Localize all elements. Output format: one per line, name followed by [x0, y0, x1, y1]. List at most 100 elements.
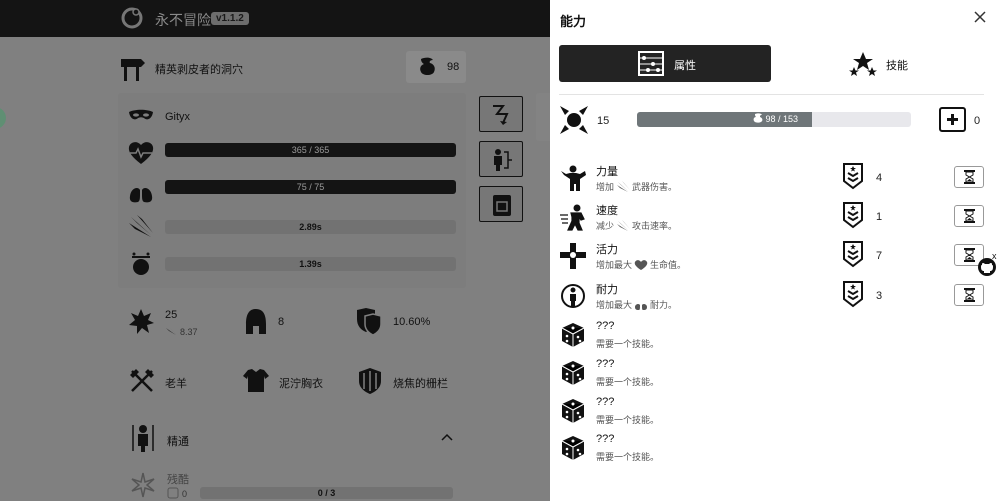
endurance-figure-icon	[561, 284, 585, 308]
locked-attribute-description: 需要一个技能。	[596, 339, 660, 349]
claw-slash-icon	[617, 220, 631, 231]
armor-name[interactable]: 泥泞胸衣	[279, 375, 323, 391]
attribute-row-strength: 力量 增加 武器伤害。 4	[559, 162, 989, 196]
train-button[interactable]	[954, 205, 984, 227]
desc-suffix: 生命值。	[650, 260, 687, 270]
locked-attribute-description: 需要一个技能。	[596, 415, 660, 425]
desc-suffix: 武器伤害。	[632, 182, 678, 192]
xp-bar: 98 / 153	[637, 112, 911, 127]
drawer-title: 能力	[560, 14, 587, 29]
rank-chevron-icon	[843, 202, 863, 229]
locked-attribute-name: ???	[596, 433, 615, 445]
mask-icon	[129, 109, 153, 120]
dice-icon	[561, 436, 585, 460]
locked-attribute-row: ??? 需要一个技能。	[559, 432, 989, 466]
character-card: Gityx 365 / 365 75 / 75 2.89s 1.39s	[118, 93, 466, 288]
skill-tree-figure-icon	[132, 425, 154, 452]
locked-attribute-description: 需要一个技能。	[596, 452, 660, 462]
mastery-card: 精通 残酷 0 0 / 3	[118, 414, 466, 501]
gold-counter: 98	[406, 51, 466, 83]
hourglass-icon	[964, 170, 975, 184]
attribute-description: 增加最大 耐力。	[596, 298, 677, 311]
xp-text-wrap: 98 / 153	[753, 112, 853, 127]
divider	[559, 94, 984, 95]
hourglass-icon	[964, 209, 975, 223]
attribute-name: 耐力	[596, 284, 618, 296]
desc-prefix: 增加最大	[596, 300, 633, 310]
locked-attribute-row: ??? 需要一个技能。	[559, 395, 989, 429]
tab-skills[interactable]: 技能	[771, 45, 983, 82]
attribute-description: 增加 武器伤害。	[596, 180, 677, 193]
attribute-level: 1	[876, 211, 883, 223]
combat-stats-card: 25 8.37 8 10.60%	[118, 298, 466, 348]
strongman-icon	[561, 165, 586, 191]
locked-attribute-name: ???	[596, 358, 615, 370]
character-skills-icon	[494, 149, 512, 171]
desc-prefix: 减少	[596, 221, 615, 231]
coin-small-icon	[753, 113, 763, 123]
protection-value: 8	[278, 316, 285, 328]
weapon-name[interactable]: 老羊	[165, 375, 187, 391]
abacus-icon	[638, 51, 664, 76]
heart-icon	[128, 142, 154, 164]
attribute-level: 3	[876, 290, 883, 302]
hourglass-icon	[964, 248, 975, 262]
equipment-card: 老羊 泥泞胸衣 烧焦的栅栏	[118, 357, 466, 405]
chevron-up-icon[interactable]	[441, 433, 453, 441]
deflection-value: 10.60%	[393, 316, 431, 328]
locked-attribute-row: ??? 需要一个技能。	[559, 319, 989, 353]
backpack-icon	[493, 195, 511, 216]
crossed-axes-icon	[130, 369, 154, 392]
stun-bar: 1.39s	[165, 257, 456, 271]
shields-icon	[357, 308, 382, 336]
health-bar: 365 / 365	[165, 143, 456, 157]
claw-slash-icon	[129, 215, 153, 237]
tab-skills-label: 技能	[886, 60, 908, 72]
attribute-row-speed: 速度 减少 攻击速率。 1	[559, 201, 989, 235]
chest-armor-icon	[243, 369, 269, 392]
lungs-icon	[635, 300, 648, 310]
location-name: 精英剥皮者的洞穴	[155, 64, 243, 76]
github-icon[interactable]	[978, 258, 996, 276]
travel-button[interactable]	[479, 96, 523, 132]
ouroboros-logo-icon	[121, 7, 143, 29]
mastery-skill-name: 残酷	[167, 474, 189, 486]
sunburst-icon	[131, 472, 155, 498]
attribute-points-icon	[560, 106, 588, 134]
app-title: 永不冒险	[155, 12, 211, 28]
tab-attributes[interactable]: 属性	[559, 45, 771, 82]
xp-text: 98 / 153	[765, 114, 799, 124]
close-icon[interactable]	[972, 9, 988, 25]
shield-name[interactable]: 烧焦的栅栏	[393, 375, 448, 391]
attribute-row-vitality: 活力 增加最大 生命值。 7	[559, 240, 989, 274]
damage-value: 25	[165, 309, 178, 321]
desc-prefix: 增加	[596, 182, 615, 192]
dice-icon	[561, 399, 585, 423]
inventory-button[interactable]	[479, 186, 523, 222]
skill-tree-button[interactable]	[479, 141, 523, 177]
abilities-drawer: 能力 属性 技能 15 98 / 153 0 力量 增加 武器伤害。 4 速度 …	[550, 0, 1000, 501]
dice-icon	[561, 361, 585, 385]
location-header: 精英剥皮者的洞穴	[118, 53, 418, 83]
attribute-level: 7	[876, 250, 883, 262]
stamina-bar: 75 / 75	[165, 180, 456, 194]
gold-value: 98	[447, 61, 460, 73]
mastery-title: 精通	[167, 436, 189, 448]
buy-point-count: 0	[974, 115, 981, 127]
lungs-icon	[129, 180, 153, 203]
attack-rate-bar: 2.89s	[165, 220, 456, 234]
train-button[interactable]	[954, 284, 984, 306]
vitality-cross-icon	[560, 243, 586, 269]
buy-point-button[interactable]	[939, 107, 966, 132]
mastery-progress-bar: 0 / 3	[200, 487, 453, 499]
side-handle[interactable]	[0, 107, 6, 129]
attribute-level: 4	[876, 172, 883, 184]
stars-icon	[849, 52, 877, 76]
slash-small-icon	[166, 326, 176, 335]
coin-pouch-icon	[420, 57, 435, 75]
locked-attribute-name: ???	[596, 320, 615, 332]
skill-point-icon	[167, 487, 179, 499]
train-button[interactable]	[954, 166, 984, 188]
claw-slash-icon	[617, 181, 631, 192]
desc-prefix: 增加最大	[596, 260, 633, 270]
